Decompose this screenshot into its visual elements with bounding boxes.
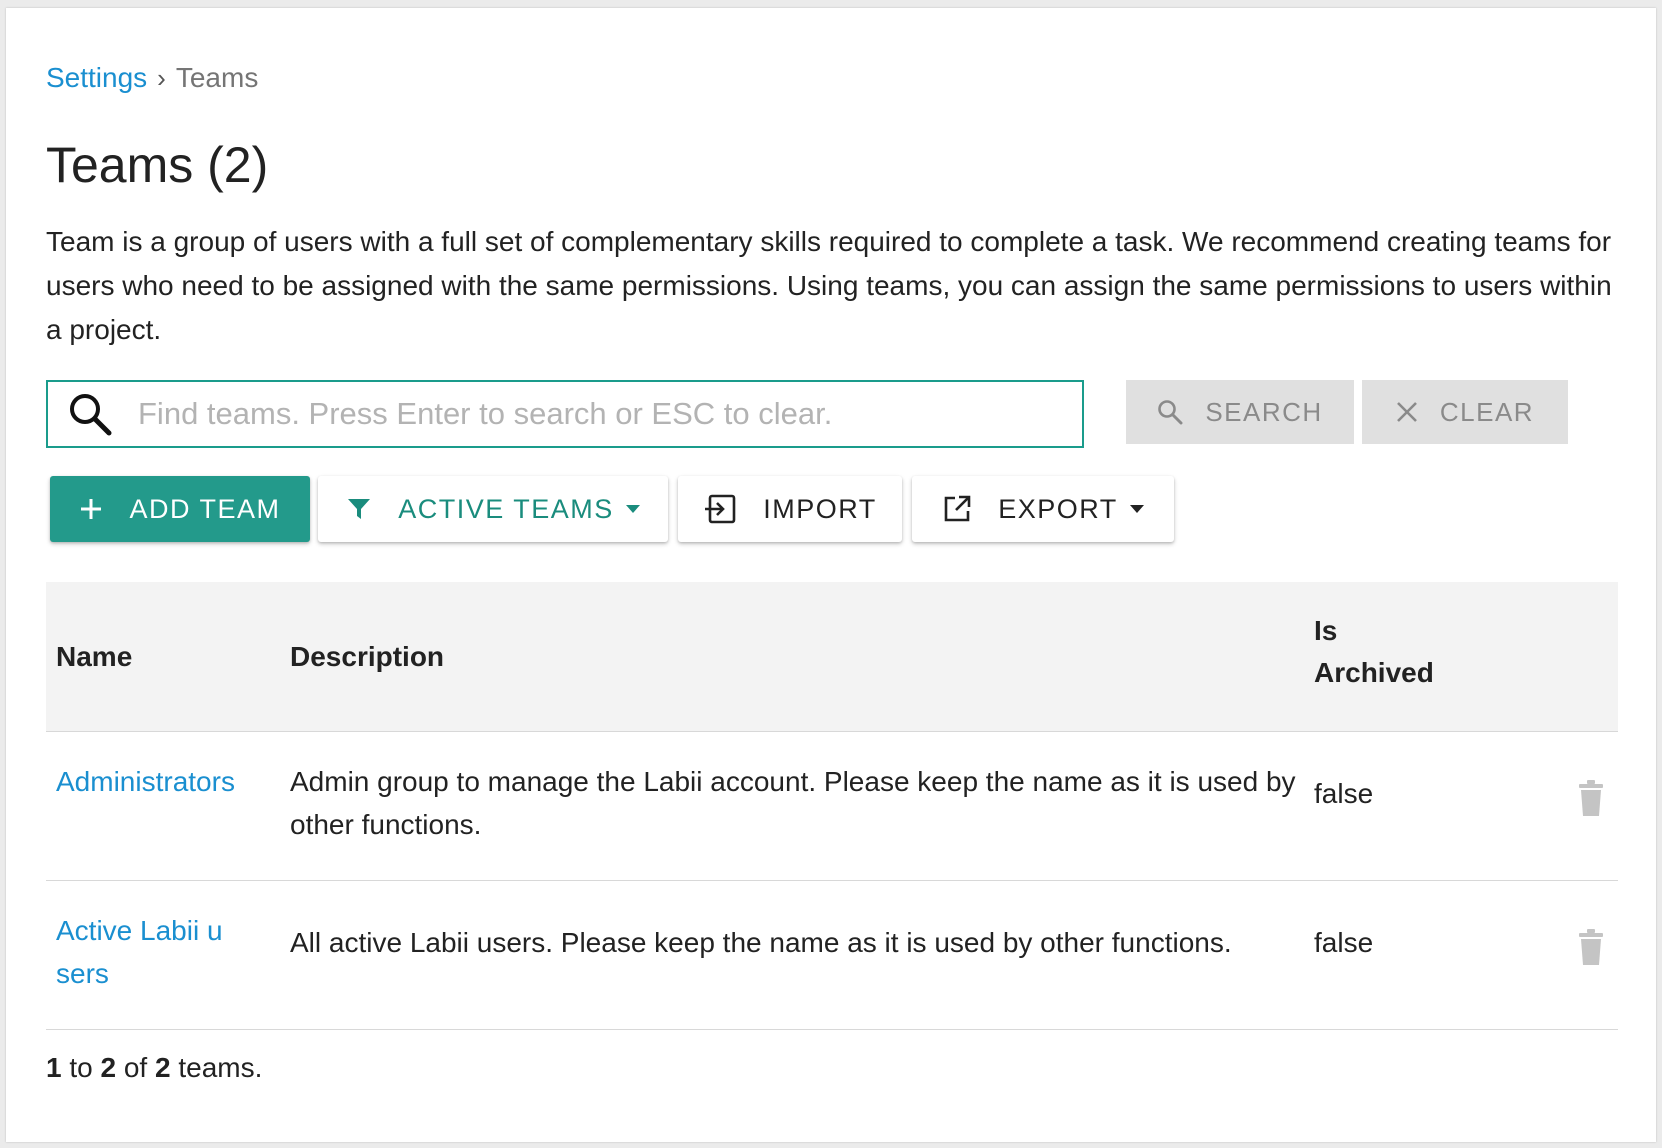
add-team-label: ADD TEAM xyxy=(129,493,281,524)
table-header: Name Description Is Archived xyxy=(46,582,1618,732)
export-button[interactable]: EXPORT xyxy=(912,476,1174,542)
team-name-link[interactable]: Administrators xyxy=(56,760,236,803)
active-teams-label: ACTIVE TEAMS xyxy=(398,493,614,524)
table-row: Administrators Admin group to manage the… xyxy=(46,732,1618,881)
team-is-archived: false xyxy=(1314,927,1374,958)
export-label: EXPORT xyxy=(998,493,1118,524)
column-header-is-archived[interactable]: Is Archived xyxy=(1314,610,1434,694)
trash-icon[interactable] xyxy=(1578,929,1604,972)
breadcrumb: Settings › Teams xyxy=(46,62,258,94)
caret-down-icon xyxy=(625,505,640,513)
caret-down-icon xyxy=(1129,505,1144,513)
pagination-to: 2 xyxy=(100,1052,117,1083)
column-header-is-archived-line2: Archived xyxy=(1314,657,1434,688)
clear-button-label: CLEAR xyxy=(1439,396,1535,427)
search-button-label: SEARCH xyxy=(1205,396,1323,427)
team-description: Admin group to manage the Labii account.… xyxy=(290,766,1296,840)
breadcrumb-separator: › xyxy=(157,62,166,93)
teams-table: Name Description Is Archived Administrat… xyxy=(46,582,1618,1030)
page-title: Teams (2) xyxy=(46,137,269,193)
plus-icon xyxy=(79,497,103,521)
add-team-button[interactable]: ADD TEAM xyxy=(50,476,310,542)
column-header-description[interactable]: Description xyxy=(290,636,444,678)
intro-text: Team is a group of users with a full set… xyxy=(46,226,1612,345)
pagination-to-word: to xyxy=(69,1052,93,1083)
import-button[interactable]: IMPORT xyxy=(678,476,902,542)
column-header-is-archived-line1: Is xyxy=(1314,615,1338,646)
breadcrumb-settings-link[interactable]: Settings xyxy=(46,62,147,94)
import-label: IMPORT xyxy=(763,493,877,524)
pagination-total: 2 xyxy=(155,1052,171,1083)
clear-button[interactable]: CLEAR xyxy=(1362,380,1568,444)
search-field[interactable] xyxy=(46,380,1084,448)
pagination-of-word: of xyxy=(123,1052,148,1083)
table-row: Active Labii users All active Labii user… xyxy=(46,881,1618,1030)
pagination-suffix: teams. xyxy=(178,1052,263,1083)
breadcrumb-current: Teams xyxy=(175,62,259,93)
search-input[interactable] xyxy=(138,396,1078,432)
import-icon xyxy=(703,494,737,524)
pagination-from: 1 xyxy=(46,1052,62,1083)
team-description: All active Labii users. Please keep the … xyxy=(290,927,1232,958)
filter-icon xyxy=(346,496,372,522)
export-icon xyxy=(942,494,972,524)
active-teams-filter-button[interactable]: ACTIVE TEAMS xyxy=(318,476,668,542)
pagination-summary: 1 to 2 of 2 teams. xyxy=(46,1052,262,1084)
search-icon xyxy=(60,384,120,444)
team-is-archived: false xyxy=(1314,778,1374,809)
search-icon xyxy=(1157,399,1183,425)
close-icon xyxy=(1396,401,1418,423)
column-header-name[interactable]: Name xyxy=(56,636,132,678)
search-button[interactable]: SEARCH xyxy=(1126,380,1354,444)
trash-icon[interactable] xyxy=(1578,780,1604,823)
team-name-link[interactable]: Active Labii users xyxy=(56,909,236,995)
teams-panel: Settings › Teams Teams (2) Team is a gro… xyxy=(6,8,1656,1142)
